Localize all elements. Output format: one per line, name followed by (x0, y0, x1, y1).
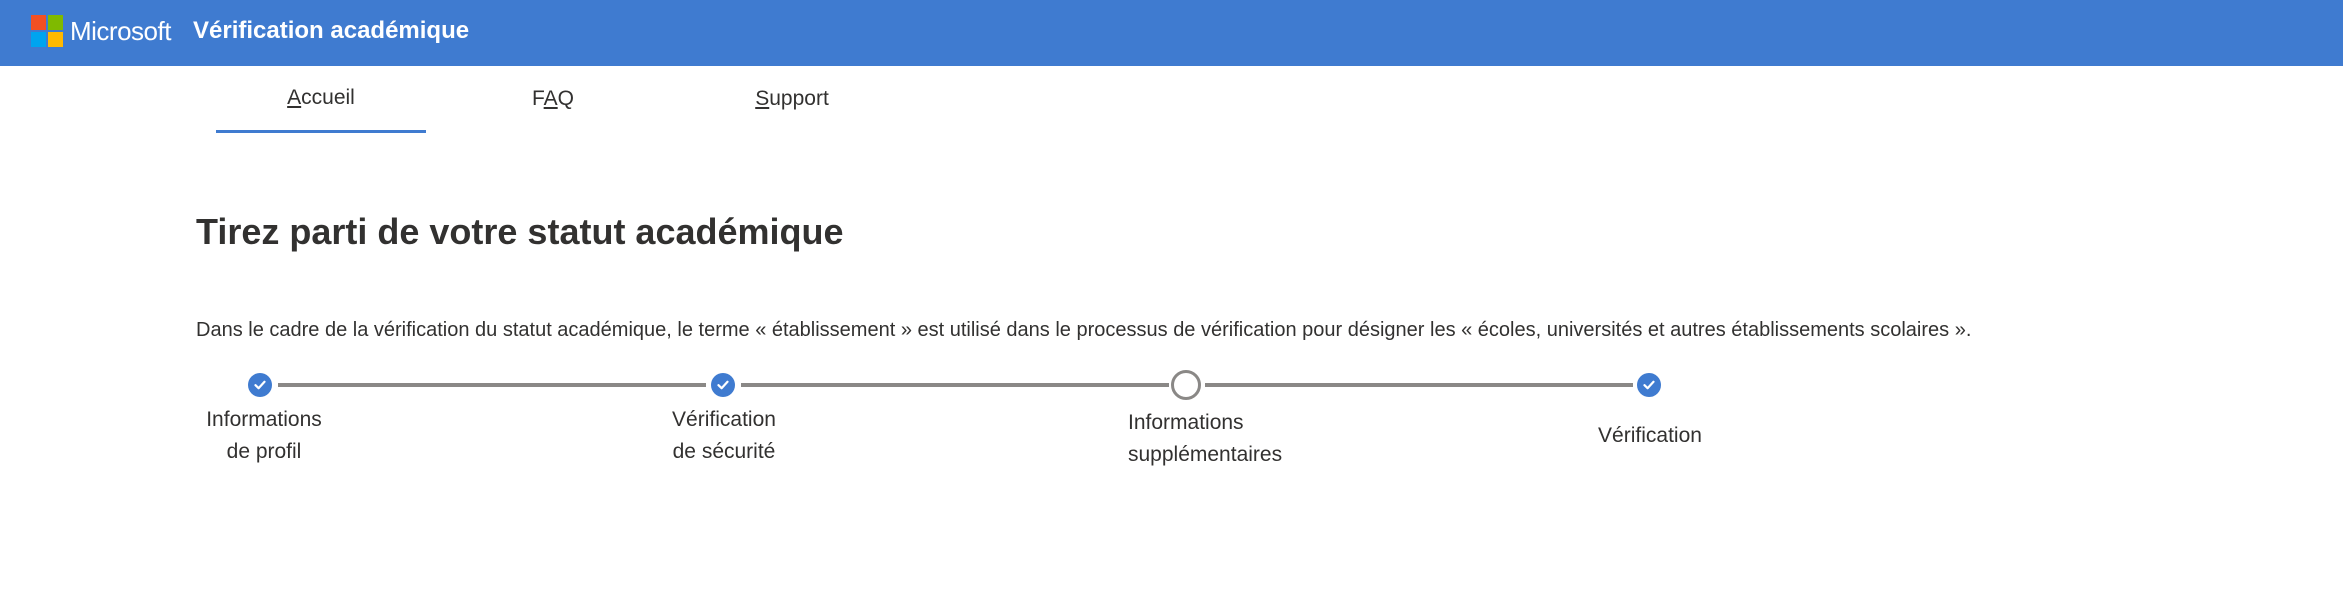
tab-support[interactable]: Support (722, 66, 862, 132)
step-label-verification: Vérification (1590, 420, 1710, 452)
step-connector (741, 383, 1169, 387)
microsoft-logo-icon[interactable] (31, 15, 63, 47)
app-title[interactable]: Vérification académique (193, 14, 469, 48)
tab-label: Q (557, 87, 575, 110)
step-complete-check-icon (248, 373, 272, 397)
step-label-line: Vérification (672, 408, 776, 431)
tab-faq[interactable]: FAQ (488, 66, 618, 132)
step-label-additional: Informations supplémentaires (1128, 407, 1282, 471)
step-complete-check-icon (1637, 373, 1661, 397)
tab-label-prefix: F (531, 87, 544, 110)
brand-name[interactable]: Microsoft (70, 14, 171, 48)
progress-stepper: Informations de profil Vérification de s… (0, 360, 2343, 480)
step-connector (1205, 383, 1633, 387)
tab-mnemonic: A (287, 86, 302, 109)
tab-label: ccueil (301, 86, 355, 109)
logo-square-yellow (48, 32, 63, 47)
step-label-security: Vérification de sécurité (664, 404, 784, 468)
top-bar: Microsoft Vérification académique (0, 0, 2343, 66)
step-complete-check-icon (711, 373, 735, 397)
page-description: Dans le cadre de la vérification du stat… (196, 319, 1972, 341)
tab-label: upport (769, 87, 829, 110)
logo-square-green (48, 15, 63, 30)
page-title: Tirez parti de votre statut académique (196, 211, 844, 252)
tab-accueil[interactable]: Accueil (216, 66, 426, 133)
step-label-line: de sécurité (672, 440, 776, 463)
logo-square-blue (31, 32, 46, 47)
step-label-line: Informations (1128, 411, 1244, 434)
tab-mnemonic: A (543, 87, 558, 110)
logo-square-red (31, 15, 46, 30)
step-label-line: supplémentaires (1128, 443, 1283, 466)
step-connector (278, 383, 706, 387)
step-label-line: Vérification (1598, 424, 1702, 447)
tab-mnemonic: S (755, 87, 770, 110)
step-label-profile: Informations de profil (200, 404, 328, 468)
step-label-line: de profil (226, 440, 302, 463)
step-pending-circle-icon (1171, 370, 1201, 400)
step-label-line: Informations (206, 408, 322, 431)
